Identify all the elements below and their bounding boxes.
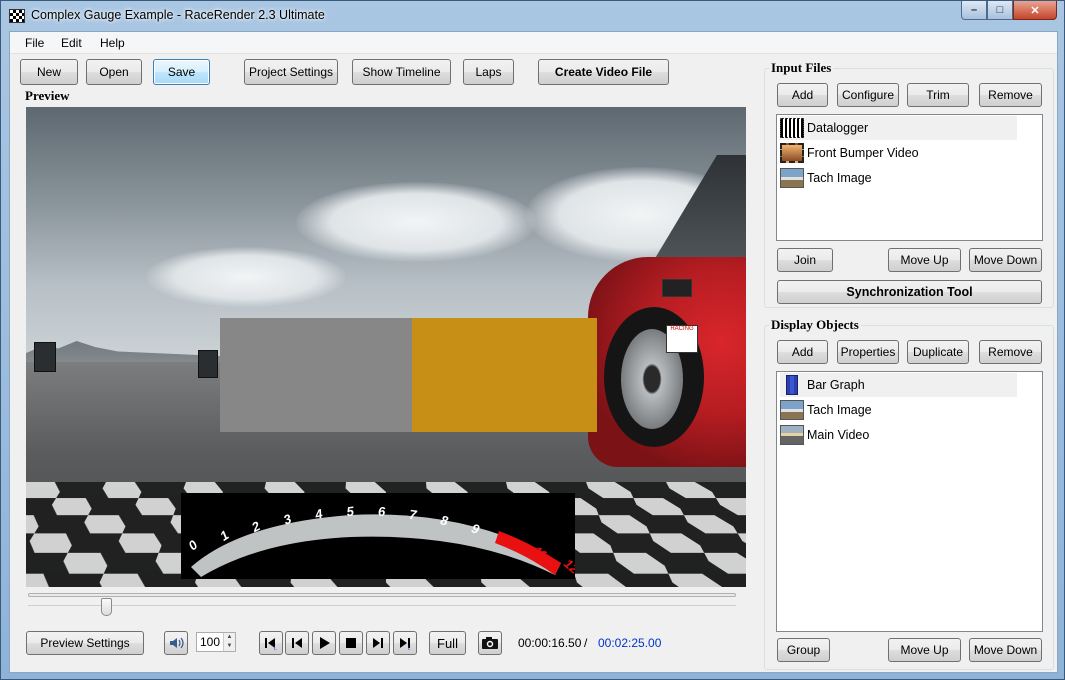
image-icon (780, 400, 804, 420)
timeline-ticks (28, 605, 736, 606)
minimize-button[interactable]: – (961, 1, 987, 20)
tach-label: 5 (346, 503, 356, 519)
save-button[interactable]: Save (153, 59, 210, 85)
close-button[interactable]: ✕ (1013, 1, 1057, 20)
list-item-label: Front Bumper Video (807, 146, 919, 160)
maximize-button[interactable]: □ (987, 1, 1013, 20)
input-files-list[interactable]: Datalogger Front Bumper Video Tach Image (776, 114, 1043, 241)
input-configure-button[interactable]: Configure (837, 83, 899, 107)
step-forward-icon[interactable] (366, 631, 390, 655)
tach-label: 1 (217, 527, 231, 544)
list-item-main-video[interactable]: Main Video (780, 423, 1017, 447)
list-item-front-bumper-video[interactable]: Front Bumper Video (780, 141, 1017, 165)
list-item-label: Tach Image (807, 403, 872, 417)
properties-button[interactable]: Properties (837, 340, 899, 364)
open-button[interactable]: Open (86, 59, 142, 85)
display-objects-list[interactable]: Bar Graph Tach Image Main Video (776, 371, 1043, 632)
list-item-label: Datalogger (807, 121, 868, 135)
input-add-button[interactable]: Add (777, 83, 828, 107)
film-icon (780, 143, 804, 163)
list-item-datalogger[interactable]: Datalogger (780, 116, 1017, 140)
app-window: Complex Gauge Example - RaceRender 2.3 U… (0, 0, 1065, 680)
tach-gauge-graphic: 012 3 4 5 6 7 89101112 (181, 493, 575, 579)
list-item-label: Bar Graph (807, 378, 865, 392)
total-time: 00:02:25.00 (598, 636, 661, 650)
tach-gauge: 0 1 2 3 4 5 6 7 8 9 10 11 12 (181, 493, 575, 579)
list-item-bar-graph[interactable]: Bar Graph (780, 373, 1017, 397)
new-button[interactable]: New (20, 59, 78, 85)
car-sticker (662, 279, 692, 297)
cloud (296, 182, 536, 262)
menu-edit[interactable]: Edit (61, 36, 82, 50)
step-back-icon[interactable] (285, 631, 309, 655)
input-move-up-button[interactable]: Move Up (888, 248, 961, 272)
preview-label: Preview (23, 88, 72, 104)
list-item-tach-image[interactable]: Tach Image (780, 398, 1017, 422)
current-time: 00:00:16.50 (518, 636, 581, 650)
volume-icon[interactable] (164, 631, 188, 655)
cloud (146, 247, 346, 307)
display-move-down-button[interactable]: Move Down (969, 638, 1042, 662)
input-remove-button[interactable]: Remove (979, 83, 1042, 107)
svg-text:L: L (274, 646, 277, 650)
car-sticker: RACING (666, 325, 698, 353)
datalogger-icon (780, 118, 804, 138)
volume-stepper[interactable]: 100 ▲ ▼ (196, 632, 236, 652)
svg-text:L: L (408, 646, 411, 650)
play-icon[interactable] (312, 631, 336, 655)
stop-icon[interactable] (339, 631, 363, 655)
display-objects-label: Display Objects (769, 317, 861, 333)
checkered-flag-icon (9, 9, 25, 23)
join-button[interactable]: Join (777, 248, 833, 272)
next-lap-icon[interactable]: L (393, 631, 417, 655)
menu-file[interactable]: File (25, 36, 44, 50)
tach-label: 0 (185, 537, 201, 554)
synchronization-tool-button[interactable]: Synchronization Tool (777, 280, 1042, 304)
display-add-button[interactable]: Add (777, 340, 828, 364)
previous-lap-icon[interactable]: L (259, 631, 283, 655)
group-button[interactable]: Group (777, 638, 830, 662)
list-item-label: Main Video (807, 428, 869, 442)
input-trim-button[interactable]: Trim (907, 83, 969, 107)
input-files-label: Input Files (769, 60, 833, 76)
time-separator: / (584, 636, 587, 650)
laps-button[interactable]: Laps (463, 59, 514, 85)
volume-value: 100 (200, 635, 220, 649)
track-sign (198, 350, 218, 378)
duplicate-button[interactable]: Duplicate (907, 340, 969, 364)
image-icon (780, 168, 804, 188)
list-item-tach-image[interactable]: Tach Image (780, 166, 1017, 190)
project-settings-button[interactable]: Project Settings (244, 59, 338, 85)
stepper-arrows-icon[interactable]: ▲ ▼ (223, 633, 235, 651)
title-bar[interactable]: Complex Gauge Example - RaceRender 2.3 U… (1, 1, 1064, 31)
bar-graph-icon (786, 375, 798, 395)
timeline-track[interactable] (28, 593, 736, 597)
create-video-file-button[interactable]: Create Video File (538, 59, 669, 85)
tach-label: 12 (561, 556, 575, 577)
bar-graph-background (220, 318, 412, 432)
tach-label: 6 (378, 504, 386, 519)
full-button[interactable]: Full (429, 631, 466, 655)
bar-graph-fill (412, 318, 597, 432)
camera-icon[interactable] (478, 631, 502, 655)
track-sign (34, 342, 56, 372)
display-move-up-button[interactable]: Move Up (888, 638, 961, 662)
display-remove-button[interactable]: Remove (979, 340, 1042, 364)
menu-bar: File Edit Help (10, 32, 1057, 54)
window-title: Complex Gauge Example - RaceRender 2.3 U… (31, 8, 325, 22)
client-area: File Edit Help New Open Save Project Set… (9, 31, 1058, 673)
menu-help[interactable]: Help (100, 36, 125, 50)
timeline-thumb[interactable] (101, 598, 112, 616)
preview-settings-button[interactable]: Preview Settings (26, 631, 144, 655)
show-timeline-button[interactable]: Show Timeline (352, 59, 451, 85)
preview-canvas[interactable]: RACING 0 1 2 3 4 5 6 7 8 9 10 11 12 (26, 107, 746, 587)
input-move-down-button[interactable]: Move Down (969, 248, 1042, 272)
list-item-label: Tach Image (807, 171, 872, 185)
video-icon (780, 425, 804, 445)
